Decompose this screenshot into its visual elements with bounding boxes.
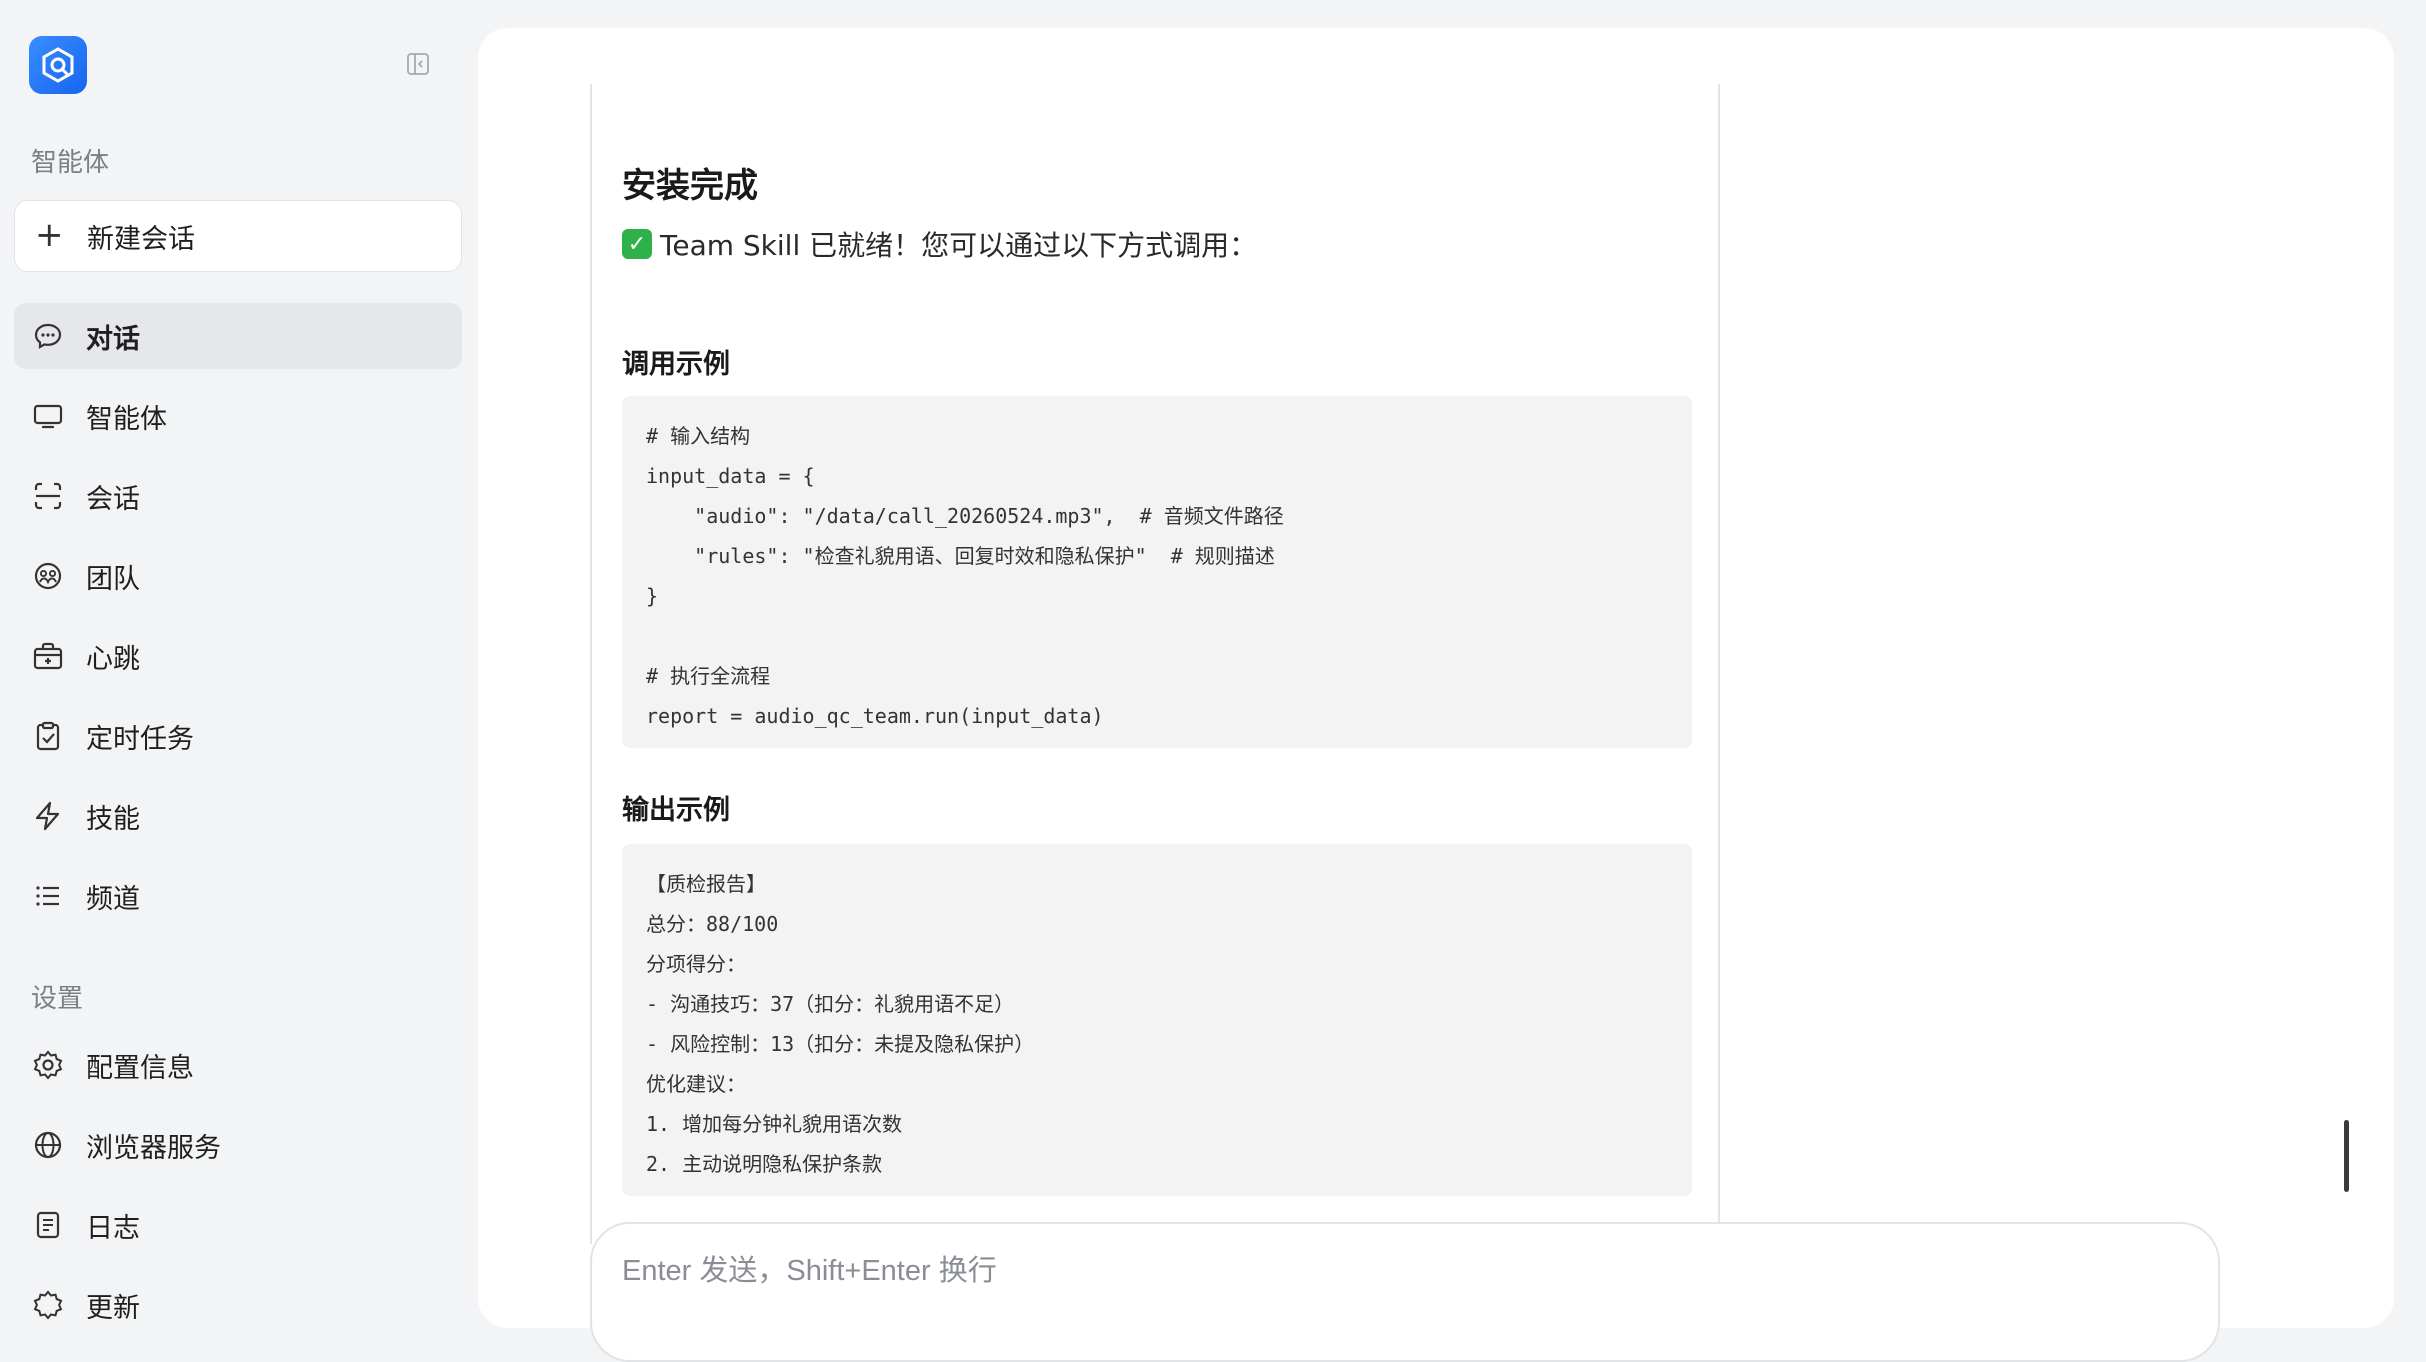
nav-label: 定时任务 [86, 723, 194, 755]
chat-message-area[interactable]: 安装完成 ✓ Team Skill 已就绪！您可以通过以下方式调用： 调用示例 … [590, 84, 1720, 1244]
section-heading-call: 调用示例 [622, 349, 730, 380]
update-icon [30, 1287, 66, 1323]
code-line: 分项得分： [646, 952, 746, 976]
lightning-icon [30, 798, 66, 834]
clipboard-check-icon [30, 718, 66, 754]
nav-label: 更新 [86, 1292, 140, 1324]
main-panel: 安装完成 ✓ Team Skill 已就绪！您可以通过以下方式调用： 调用示例 … [478, 28, 2394, 1362]
log-icon [30, 1207, 66, 1243]
message-input-box[interactable] [590, 1222, 2220, 1362]
nav-item-scheduled-tasks[interactable]: 定时任务 [14, 703, 462, 769]
nav-item-config[interactable]: 配置信息 [14, 1032, 462, 1098]
nav-label: 对话 [86, 323, 140, 355]
nav-label: 频道 [86, 883, 140, 915]
app-logo-icon[interactable] [29, 36, 87, 94]
message-heading: 安装完成 [622, 166, 758, 206]
code-line: input_data = { [646, 464, 815, 488]
new-chat-label: 新建会话 [87, 223, 195, 255]
nav-item-heartbeat[interactable]: 心跳 [14, 623, 462, 689]
nav-item-browser-service[interactable]: 浏览器服务 [14, 1112, 462, 1178]
code-block-output[interactable]: 【质检报告】 总分：88/100 分项得分： - 沟通技巧：37（扣分：礼貌用语… [622, 844, 1692, 1196]
code-line: 1. 增加每分钟礼貌用语次数 [646, 1112, 903, 1136]
code-line: "audio": "/data/call_20260524.mp3", # 音频… [646, 504, 1284, 528]
check-mark-icon: ✓ [622, 229, 652, 259]
code-line: 总分：88/100 [646, 912, 779, 936]
code-line: - 风险控制：13（扣分：未提及隐私保护） [646, 1032, 1035, 1056]
nav-label: 心跳 [86, 643, 140, 675]
nav-item-session[interactable]: 会话 [14, 463, 462, 529]
section-label-settings: 设置 [31, 984, 84, 1014]
lead-text: Team Skill 已就绪！您可以通过以下方式调用： [660, 229, 1258, 262]
nav-label: 会话 [86, 483, 140, 515]
globe-icon [30, 1127, 66, 1163]
code-line: # 输入结构 [646, 424, 751, 448]
nav-item-agent[interactable]: 智能体 [14, 383, 462, 449]
chat-bubble-icon [30, 318, 66, 354]
heartbeat-icon [30, 638, 66, 674]
nav-label: 智能体 [86, 403, 167, 435]
session-icon [30, 478, 66, 514]
code-line: 【质检报告】 [646, 872, 766, 896]
code-block-call[interactable]: # 输入结构 input_data = { "audio": "/data/ca… [622, 396, 1692, 748]
code-line: # 执行全流程 [646, 664, 771, 688]
code-line: - 沟通技巧：37（扣分：礼貌用语不足） [646, 992, 1015, 1016]
scrollbar-thumb[interactable] [2344, 1120, 2349, 1192]
code-line: "rules": "检查礼貌用语、回复时效和隐私保护" # 规则描述 [646, 544, 1275, 568]
sidebar: 智能体 + 新建会话 对话 智能体 会话 团队 心跳 定时任务 技能 频道 设置… [0, 0, 478, 1324]
list-icon [30, 878, 66, 914]
nav-item-channels[interactable]: 频道 [14, 863, 462, 929]
message-lead: ✓ Team Skill 已就绪！您可以通过以下方式调用： [622, 224, 1257, 264]
section-heading-output: 输出示例 [622, 795, 730, 826]
code-line: } [646, 584, 659, 608]
code-line: 优化建议： [646, 1072, 746, 1096]
nav-item-update[interactable]: 更新 [14, 1272, 462, 1338]
new-chat-button[interactable]: + 新建会话 [14, 200, 462, 272]
gear-icon [30, 1047, 66, 1083]
nav-label: 技能 [86, 803, 140, 835]
section-label-agent: 智能体 [31, 148, 110, 178]
nav-label: 团队 [86, 563, 140, 595]
team-icon [30, 558, 66, 594]
code-line: report = audio_qc_team.run(input_data) [646, 704, 1104, 728]
message-input[interactable] [622, 1246, 2122, 1296]
nav-label: 浏览器服务 [86, 1132, 221, 1164]
nav-label: 配置信息 [86, 1052, 194, 1084]
nav-item-logs[interactable]: 日志 [14, 1192, 462, 1258]
nav-item-chat[interactable]: 对话 [14, 303, 462, 369]
nav-item-team[interactable]: 团队 [14, 543, 462, 609]
collapse-sidebar-icon[interactable] [404, 50, 432, 78]
nav-item-skills[interactable]: 技能 [14, 783, 462, 849]
plus-icon: + [35, 214, 64, 255]
nav-label: 日志 [86, 1212, 140, 1244]
code-line: 2. 主动说明隐私保护条款 [646, 1152, 883, 1176]
monitor-icon [30, 398, 66, 434]
